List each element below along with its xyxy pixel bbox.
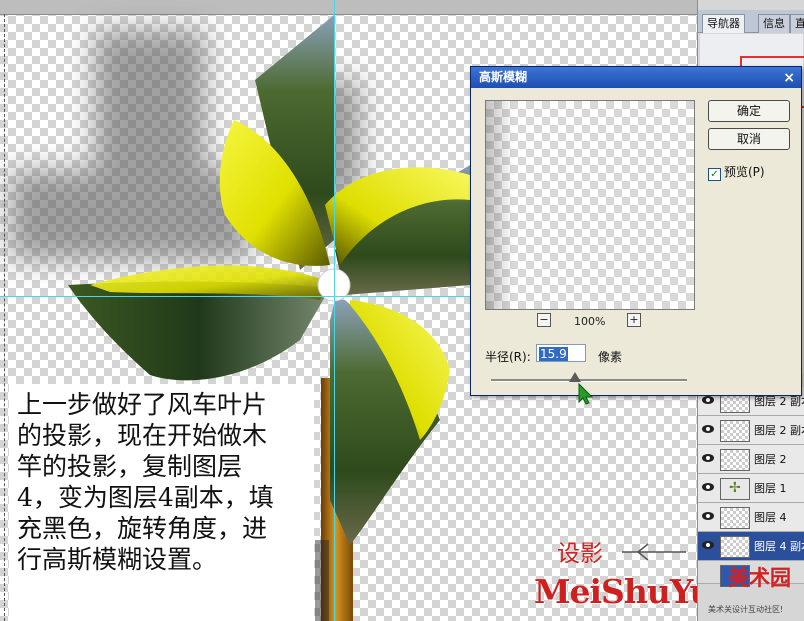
cursor-arrow-icon	[578, 382, 594, 405]
preview-checkbox[interactable]: ✓ 预览(P)	[708, 163, 765, 181]
tutorial-caption: 上一步做好了风车叶片 的投影，现在开始做木 竿的投影，复制图层 4，变为图层4副…	[9, 384, 314, 621]
cancel-button[interactable]: 取消	[708, 128, 790, 150]
eye-icon[interactable]	[702, 483, 714, 491]
eye-icon[interactable]	[702, 541, 714, 549]
layer-thumbnail	[720, 507, 750, 529]
preview-label: 预览(P)	[724, 165, 765, 179]
layer-row[interactable]: 图层 1	[698, 474, 804, 503]
zoom-in-button[interactable]: +	[627, 313, 641, 327]
checkmark-icon[interactable]: ✓	[708, 168, 721, 181]
dialog-titlebar[interactable]: 高斯模糊 ×	[471, 67, 801, 88]
layer-name: 图层 2 副本	[754, 424, 804, 437]
caption-line: 4，变为图层4副本，填	[17, 483, 274, 512]
radius-unit: 像素	[598, 350, 623, 364]
tab-navigator[interactable]: 导航器	[702, 14, 745, 33]
caption-line: 的投影，现在开始做木	[17, 421, 268, 450]
radius-input[interactable]: 15.9	[536, 344, 586, 362]
layer-name: 图层 1	[754, 482, 787, 495]
layer-row-selected[interactable]: 图层 4 副本	[698, 532, 804, 561]
radius-slider-thumb[interactable]	[569, 372, 581, 382]
close-icon[interactable]: ×	[783, 68, 795, 89]
gaussian-blur-dialog: 高斯模糊 × 确定 取消 ✓ 预览(P) − 100% + 半径(R): 15.9…	[470, 66, 802, 396]
layer-name: 图层 4	[754, 511, 787, 524]
layer-row[interactable]: 图层 2	[698, 445, 804, 474]
guide-vertical[interactable]	[334, 0, 335, 621]
layer-row[interactable]: 图层 4	[698, 503, 804, 532]
layer-thumbnail	[720, 449, 750, 471]
zoom-level: 100%	[574, 315, 606, 328]
eye-icon[interactable]	[702, 396, 714, 404]
layer-thumbnail	[720, 536, 750, 558]
tab-histogram[interactable]: 直	[790, 14, 804, 33]
layer-name: 图层 4 副本	[754, 540, 804, 553]
layer-name: 图层 2	[754, 453, 787, 466]
watermark-text: MeiShuYuan.com	[534, 572, 700, 611]
caption-line: 竿的投影，复制图层	[17, 452, 243, 481]
caption-line: 行高斯模糊设置。	[17, 545, 218, 574]
layer-row[interactable]: 图层 2 副本	[698, 416, 804, 445]
preview-shadow	[486, 101, 514, 309]
shadow-annotation: 设影	[557, 541, 603, 567]
layers-list: 图层 2 副本 图层 2 副本 图层 2 图层 1 图层 4 图层 4 副本	[698, 387, 804, 587]
watermark-logo: 美术园	[728, 566, 791, 590]
dialog-title: 高斯模糊	[479, 70, 528, 84]
caption-line: 上一步做好了风车叶片	[17, 390, 268, 419]
caption-line: 充黑色，旋转角度，进	[17, 514, 268, 543]
blur-preview[interactable]	[485, 100, 695, 310]
eye-icon[interactable]	[702, 425, 714, 433]
tab-info[interactable]: 信息	[758, 14, 790, 33]
arrow-left-icon	[622, 543, 686, 561]
panel-tabs: 导航器 信息 直	[698, 10, 804, 33]
pinwheel-thumbnail	[720, 478, 750, 500]
eye-icon[interactable]	[702, 454, 714, 462]
ok-button[interactable]: 确定	[708, 100, 790, 122]
layer-thumbnail	[720, 420, 750, 442]
radius-label: 半径(R):	[485, 350, 531, 364]
radius-value: 15.9	[539, 347, 568, 361]
watermark-subtitle: 美术关设计互动社区!	[708, 605, 784, 614]
zoom-out-button[interactable]: −	[537, 313, 551, 327]
eye-icon[interactable]	[702, 512, 714, 520]
